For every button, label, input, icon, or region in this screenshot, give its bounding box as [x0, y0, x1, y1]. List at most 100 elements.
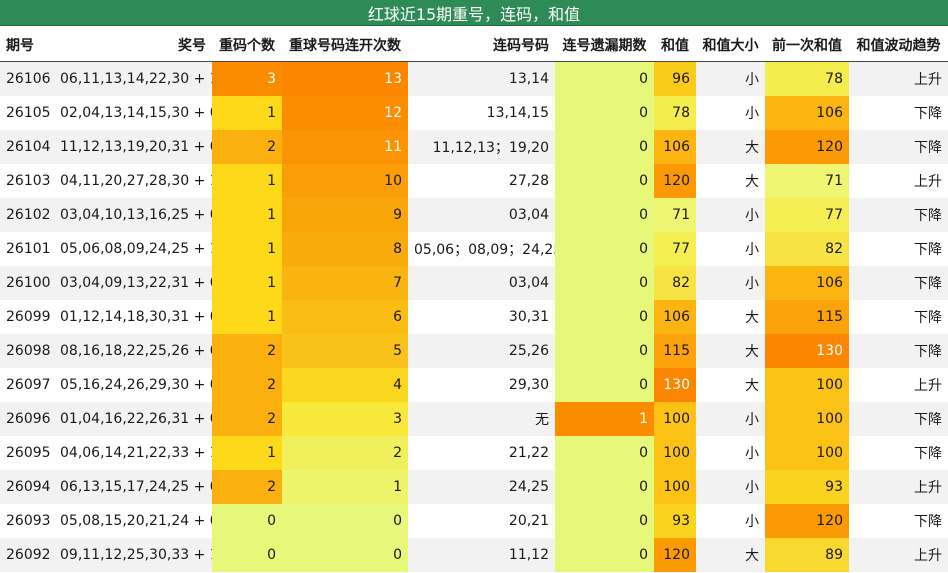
cell-size: 大 [696, 334, 765, 368]
cell-consec: 30,31 [508, 309, 549, 325]
table-row[interactable]: 26096 01,04,16,22,26,31 + 04 2 3 无 1 100 小 100 下降 [0, 402, 948, 436]
cell-prev-sum: 130 [765, 334, 849, 368]
table-row[interactable]: 26102 03,04,10,13,16,25 + 09 1 9 03,04 0 71 小 77… [0, 198, 948, 232]
table-row[interactable]: 26097 05,16,24,26,29,30 + 02 2 4 29,30 0 130 大 1… [0, 368, 948, 402]
col-header-sum[interactable]: 和值 [654, 28, 696, 62]
col-header-trend[interactable]: 和值波动趋势 [849, 28, 948, 62]
cell-consec-miss: 0 [555, 266, 654, 300]
cell-consec: 无 [408, 402, 555, 436]
cell-consec-miss: 0 [555, 538, 654, 572]
cell-period: 26094 [0, 470, 54, 504]
cell-repeat-streak: 6 [282, 300, 408, 334]
col-header-size[interactable]: 和值大小 [696, 28, 765, 62]
table-row[interactable]: 26099 01,12,14,18,30,31 + 02 1 6 30,31 0 106 大 1… [0, 300, 948, 334]
cell-trend: 下降 [849, 402, 948, 436]
cell-repeat-streak: 7 [282, 266, 408, 300]
cell-trend: 下降 [914, 310, 942, 326]
cell-numbers: 05,06,08,09,24,25 + 12 [60, 241, 212, 257]
cell-repeat: 2 [212, 130, 282, 164]
cell-repeat-streak: 13 [282, 61, 408, 96]
cell-period: 26105 [6, 105, 51, 121]
cell-consec: 13,14,15 [486, 105, 549, 121]
cell-repeat: 2 [212, 334, 282, 368]
col-header-prev-sum[interactable]: 前一次和值 [765, 28, 849, 62]
cell-consec: 11,12 [408, 538, 555, 572]
table-row[interactable]: 26098 08,16,18,22,25,26 + 07 2 5 25,26 0 115 大 1… [0, 334, 948, 368]
cell-prev-sum: 82 [765, 232, 849, 266]
cell-consec: 25,26 [408, 334, 555, 368]
cell-repeat-streak: 1 [282, 470, 408, 504]
cell-sum: 106 [654, 130, 696, 164]
cell-repeat: 1 [212, 96, 282, 130]
cell-period: 26101 [6, 241, 51, 257]
cell-size: 小 [696, 198, 765, 232]
cell-size: 小 [745, 514, 759, 530]
cell-repeat-streak: 0 [282, 504, 408, 538]
cell-period: 26098 [0, 334, 54, 368]
cell-numbers: 11,12,13,19,20,31 + 03 [54, 130, 212, 164]
col-header-repeat-streak[interactable]: 重球号码连开次数 [282, 28, 408, 62]
cell-sum: 78 [654, 96, 696, 130]
table-row[interactable]: 26100 03,04,09,13,22,31 + 04 1 7 03,04 0 82 小 10… [0, 266, 948, 300]
lottery-stats-table: 期号 奖号 重码个数 重球号码连开次数 连码号码 连号遗漏期数 和值 和值大小 … [0, 28, 948, 572]
cell-numbers: 03,04,10,13,16,25 + 09 [54, 198, 212, 232]
cell-period: 26104 [0, 130, 54, 164]
table-body: 26106 06,11,13,14,22,30 + 14 3 13 13,14 0 96 小 7… [0, 61, 948, 572]
cell-consec: 11,12,13；19,20 [408, 130, 555, 164]
table-row[interactable]: 26093 05,08,15,20,21,24 + 09 0 0 20,21 0 93 小 12… [0, 504, 948, 538]
cell-consec: 29,30 [508, 377, 549, 393]
col-header-period[interactable]: 期号 [0, 28, 54, 62]
cell-repeat: 2 [212, 368, 282, 402]
cell-size: 小 [696, 402, 765, 436]
cell-period: 26106 [0, 61, 54, 96]
table-row[interactable]: 26092 09,11,12,25,30,33 + 11 0 0 11,12 0 120 大 8… [0, 538, 948, 572]
cell-prev-sum: 100 [765, 368, 849, 402]
cell-sum: 106 [654, 300, 696, 334]
table-row[interactable]: 26106 06,11,13,14,22,30 + 14 3 13 13,14 0 96 小 7… [0, 61, 948, 96]
col-header-consec[interactable]: 连码号码 [408, 28, 555, 62]
table-row[interactable]: 26105 02,04,13,14,15,30 + 08 1 12 13,14,15 0 7… [0, 96, 948, 130]
cell-trend: 下降 [914, 446, 942, 462]
col-header-repeat[interactable]: 重码个数 [212, 28, 282, 62]
cell-sum: 77 [654, 232, 696, 266]
cell-consec-miss: 0 [555, 368, 654, 402]
cell-period: 26092 [0, 538, 54, 572]
cell-consec-miss: 1 [555, 402, 654, 436]
table-row[interactable]: 26103 04,11,20,27,28,30 + 15 1 10 27,28 0 120 大… [0, 164, 948, 198]
cell-numbers: 05,08,15,20,21,24 + 09 [60, 513, 212, 529]
cell-period: 26099 [6, 309, 51, 325]
cell-prev-sum: 100 [765, 436, 849, 470]
cell-trend: 下降 [914, 242, 942, 258]
cell-consec-miss: 0 [555, 96, 654, 130]
cell-prev-sum: 100 [765, 402, 849, 436]
cell-repeat: 2 [212, 402, 282, 436]
col-header-consec-miss[interactable]: 连号遗漏期数 [555, 28, 654, 62]
cell-repeat-streak: 5 [282, 334, 408, 368]
table-row[interactable]: 26101 05,06,08,09,24,25 + 12 1 8 05,06；08,09… [0, 232, 948, 266]
cell-sum: 96 [654, 61, 696, 96]
cell-trend: 上升 [914, 174, 942, 190]
cell-size: 小 [745, 106, 759, 122]
cell-repeat-streak: 8 [282, 232, 408, 266]
table-row[interactable]: 26095 04,06,14,21,22,33 + 16 1 2 21,22 0 100 小 1… [0, 436, 948, 470]
cell-repeat: 1 [212, 164, 282, 198]
cell-numbers: 09,11,12,25,30,33 + 11 [54, 538, 212, 572]
cell-consec-miss: 0 [555, 198, 654, 232]
cell-consec-miss: 0 [555, 232, 654, 266]
cell-repeat: 1 [212, 266, 282, 300]
cell-numbers: 04,11,20,27,28,30 + 15 [60, 173, 212, 189]
cell-sum: 120 [654, 164, 696, 198]
table-row[interactable]: 26094 06,13,15,17,24,25 + 01 2 1 24,25 0 100 小 9… [0, 470, 948, 504]
cell-repeat-streak: 0 [282, 538, 408, 572]
cell-size: 大 [745, 174, 759, 190]
col-header-numbers[interactable]: 奖号 [54, 28, 212, 62]
cell-sum: 100 [654, 436, 696, 470]
cell-period: 26103 [6, 173, 51, 189]
cell-repeat: 1 [212, 436, 282, 470]
cell-sum: 93 [654, 504, 696, 538]
table-row[interactable]: 26104 11,12,13,19,20,31 + 03 2 11 11,12,13；1… [0, 130, 948, 164]
cell-period: 26093 [6, 513, 51, 529]
cell-consec: 13,14 [408, 61, 555, 96]
cell-numbers: 04,06,14,21,22,33 + 16 [60, 445, 212, 461]
cell-period: 26096 [0, 402, 54, 436]
